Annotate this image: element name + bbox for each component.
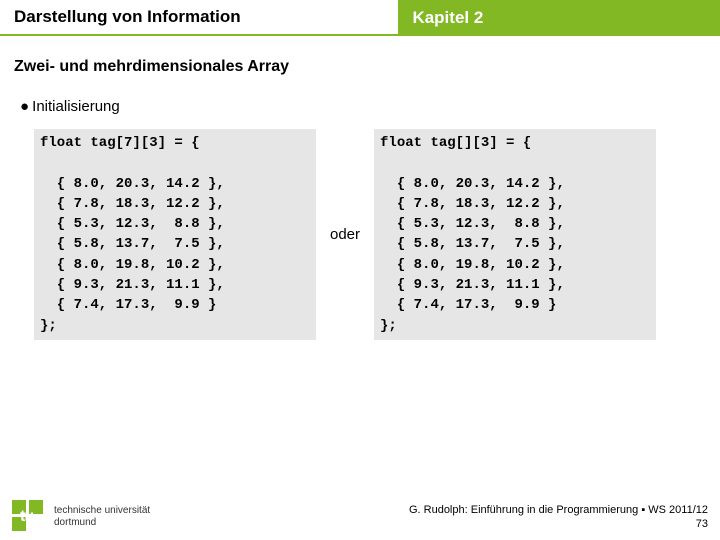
university-name-line1: technische universität <box>54 505 150 517</box>
header-left-title: Darstellung von Information <box>0 0 398 36</box>
slide-content: Zwei- und mehrdimensionales Array ● Init… <box>0 36 720 340</box>
credits-line1: G. Rudolph: Einführung in die Programmie… <box>409 503 708 517</box>
slide-credits: G. Rudolph: Einführung in die Programmie… <box>409 503 708 532</box>
bullet-initialisierung: ● Initialisierung <box>14 98 706 115</box>
code-row: float tag[7][3] = { { 8.0, 20.3, 14.2 },… <box>14 129 706 340</box>
bullet-label: Initialisierung <box>32 98 120 115</box>
slide-number: 73 <box>409 517 708 531</box>
university-name-line2: dortmund <box>54 517 150 529</box>
code-block-left: float tag[7][3] = { { 8.0, 20.3, 14.2 },… <box>34 129 316 340</box>
tu-logo-text: tu <box>20 508 33 526</box>
header-chapter: Kapitel 2 <box>398 0 720 36</box>
slide-header: Darstellung von Information Kapitel 2 <box>0 0 720 36</box>
tu-logo-mark-icon: tu <box>12 500 46 534</box>
slide-footer: tu technische universität dortmund G. Ru… <box>0 500 720 534</box>
university-name: technische universität dortmund <box>54 505 150 529</box>
oder-label: oder <box>326 226 364 243</box>
code-block-right: float tag[][3] = { { 8.0, 20.3, 14.2 }, … <box>374 129 656 340</box>
slide-subtitle: Zwei- und mehrdimensionales Array <box>14 58 706 76</box>
university-logo: tu technische universität dortmund <box>12 500 150 534</box>
bullet-dot-icon: ● <box>20 98 28 115</box>
